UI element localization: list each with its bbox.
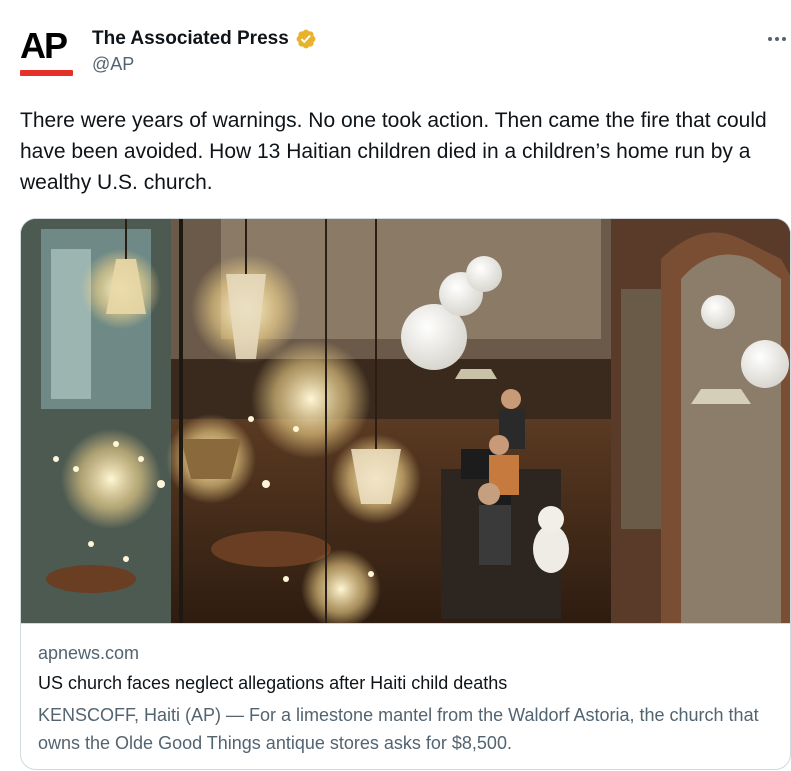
- tweet-text: There were years of warnings. No one too…: [20, 109, 767, 194]
- card-title[interactable]: US church faces neglect allegations afte…: [38, 673, 507, 694]
- more-options-icon[interactable]: [762, 24, 791, 54]
- more-dot: [782, 37, 786, 41]
- ap-logo: AP: [20, 25, 68, 66]
- author-avatar[interactable]: AP: [18, 24, 74, 80]
- antique-store-photo: [21, 219, 790, 623]
- verified-badge-icon[interactable]: [295, 28, 317, 50]
- author-handle[interactable]: @AP: [92, 54, 134, 75]
- more-dot: [768, 37, 772, 41]
- author-display-name[interactable]: The Associated Press: [92, 28, 289, 50]
- ap-logo-underline: [20, 70, 73, 76]
- card-domain[interactable]: apnews.com: [38, 643, 139, 664]
- card-image[interactable]: [21, 219, 790, 624]
- card-description: KENSCOFF, Haiti (AP) — For a limestone m…: [38, 705, 759, 753]
- more-dot: [775, 37, 779, 41]
- author-name-row: The Associated Press: [92, 26, 317, 52]
- link-card[interactable]: apnews.com US church faces neglect alleg…: [20, 218, 791, 770]
- tweet: AP The Associated Press @AP There were y…: [0, 0, 791, 771]
